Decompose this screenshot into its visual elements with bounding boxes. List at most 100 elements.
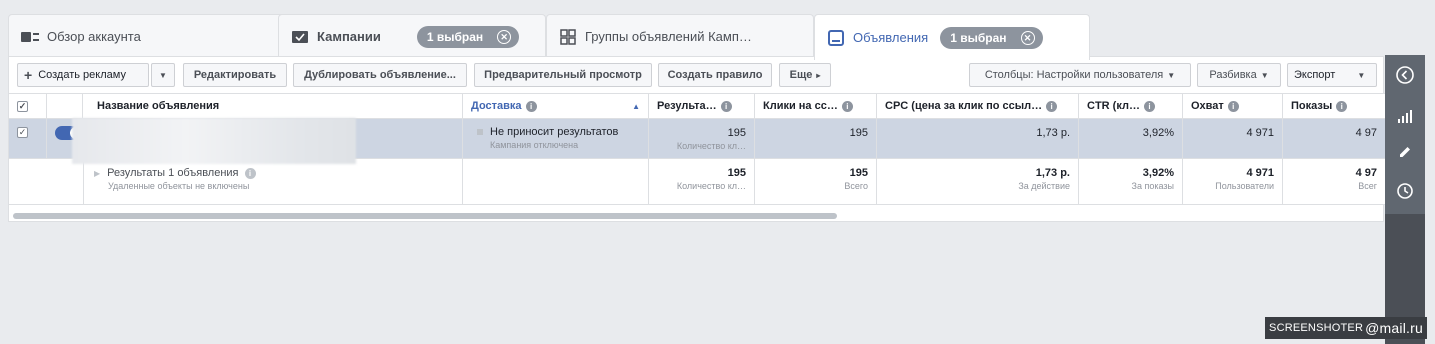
create-ad-label: Создать рекламу [38,69,126,81]
column-cpc[interactable]: CPC (цена за клик по ссыл… i [877,94,1079,118]
chevron-down-icon: ▼ [1260,70,1269,80]
tab-strip: Обзор аккаунта Кампании 1 выбран ✕ Групп… [8,8,1434,60]
history-clock-icon[interactable] [1393,179,1417,203]
info-icon[interactable]: i [720,100,732,112]
info-icon[interactable]: i [1143,100,1155,112]
summary-spacer [9,159,83,204]
summary-ctr-type: За показы [1131,181,1174,191]
export-button[interactable]: Экспорт ▼ [1287,63,1377,87]
campaign-folder-icon [291,30,309,44]
watermark-right: @mail.ru [1365,320,1423,336]
preview-button[interactable]: Предварительный просмотр [474,63,652,87]
tab-label: Объявления [853,30,929,45]
summary-cpc-type: За действие [1018,181,1070,191]
column-delivery[interactable]: Доставка i ▲ [463,94,649,118]
breakdown-label: Разбивка [1209,69,1257,81]
columns-label: Столбцы: Настройки пользователя [984,69,1164,81]
column-reach[interactable]: Охват i [1183,94,1283,118]
summary-results-value: 195 [727,167,746,179]
info-icon[interactable]: i [841,100,853,112]
summary-cpc-cell: 1,73 р. За действие [877,159,1079,204]
column-label: Название объявления [97,100,220,112]
tab-label: Группы объявлений Камп… [585,29,752,44]
chevron-down-icon: ▼ [159,70,167,80]
chevron-down-icon: ▼ [1357,70,1366,80]
delivery-status: Не приносит результатов [490,126,619,138]
summary-clicks-type: Всего [844,181,868,191]
tab-label: Кампании [317,29,381,44]
tab-ads[interactable]: Объявления 1 выбран ✕ [814,14,1090,60]
more-label: Еще [789,69,813,81]
expand-arrow-icon[interactable]: ▶ [94,169,100,178]
summary-title: Результаты 1 объявления [107,167,239,179]
duplicate-button[interactable]: Дублировать объявление... [293,63,467,87]
clicks-value: 195 [849,127,868,139]
scrollbar-thumb[interactable] [13,213,837,219]
right-sidebar [1385,55,1425,344]
info-icon[interactable]: i [244,167,256,179]
tab-label: Обзор аккаунта [47,29,141,44]
summary-delivery-cell [463,159,649,204]
selection-pill[interactable]: 1 выбран ✕ [940,26,1043,49]
pencil-icon[interactable] [1393,140,1417,164]
summary-reach-value: 4 971 [1246,167,1274,179]
summary-impressions-cell: 4 97 Всег [1283,159,1385,204]
ctr-value: 3,92% [1142,127,1174,139]
watermark-left: SCREENSHOTER [1269,322,1364,334]
ad-sets-grid-icon [559,28,577,45]
columns-dropdown[interactable]: Столбцы: Настройки пользователя ▼ [969,63,1191,87]
info-icon[interactable]: i [1336,100,1348,112]
tab-ad-sets[interactable]: Группы объявлений Камп… [546,14,814,58]
column-label: Доставка [471,100,522,112]
column-label: Охват [1191,100,1224,112]
account-overview-icon [21,30,39,44]
more-button[interactable]: Еще ▸ [779,63,831,87]
create-ad-dropdown[interactable]: ▼ [151,63,175,87]
edit-button[interactable]: Редактировать [183,63,287,87]
summary-reach-type: Пользователи [1215,181,1274,191]
cpc-value: 1,73 р. [1036,127,1070,139]
info-icon[interactable]: i [1227,100,1239,112]
reach-cell: 4 971 [1183,119,1283,158]
tab-account-overview[interactable]: Обзор аккаунта [8,14,288,58]
summary-title-cell: ▶ Результаты 1 объявления i Удаленные об… [83,159,463,204]
summary-impressions-value: 4 97 [1355,167,1377,179]
delivery-cell: Не приносит результатов Кампания отключе… [463,119,649,158]
results-type: Количество кл… [676,141,746,151]
export-label: Экспорт [1294,69,1336,81]
ctr-cell: 3,92% [1079,119,1183,158]
chart-icon[interactable] [1393,105,1417,129]
column-impressions[interactable]: Показы i [1283,94,1385,118]
chevron-down-icon: ▼ [1167,70,1176,80]
row-checkbox[interactable]: ✓ [17,127,28,138]
collapse-sidebar-icon[interactable] [1393,63,1417,87]
delivery-substatus: Кампания отключена [490,140,579,150]
chevron-right-icon: ▸ [816,70,821,80]
info-icon[interactable]: i [1046,100,1058,112]
breakdown-dropdown[interactable]: Разбивка ▼ [1197,63,1281,87]
column-label: Результа… [657,100,717,112]
clicks-cell: 195 [755,119,877,158]
summary-ctr-value: 3,92% [1142,167,1174,179]
selection-count: 1 выбран [950,30,1007,45]
column-results[interactable]: Результа… i [649,94,755,118]
sort-ascending-icon[interactable]: ▲ [632,102,640,111]
horizontal-scrollbar[interactable] [13,213,1379,219]
row-select-cell: ✓ [9,119,47,158]
tab-campaigns[interactable]: Кампании 1 выбран ✕ [278,14,546,58]
column-label: CPC (цена за клик по ссыл… [885,100,1043,112]
column-ctr[interactable]: CTR (кл… i [1079,94,1183,118]
close-icon[interactable]: ✕ [1020,30,1035,45]
create-ad-button[interactable]: + Создать рекламу [17,63,149,87]
ads-icon [827,29,845,46]
close-icon[interactable]: ✕ [497,29,512,44]
selection-pill[interactable]: 1 выбран ✕ [416,25,520,48]
select-all-checkbox[interactable]: ✓ [17,100,28,112]
column-label: CTR (кл… [1087,100,1140,112]
info-icon[interactable]: i [525,100,537,112]
create-rule-button[interactable]: Создать правило [658,63,772,87]
plus-icon: + [24,67,33,83]
summary-results-cell: 195 Количество кл… [649,159,755,204]
column-link-clicks[interactable]: Клики на сс… i [755,94,877,118]
column-ad-name[interactable]: Название объявления [83,94,463,118]
